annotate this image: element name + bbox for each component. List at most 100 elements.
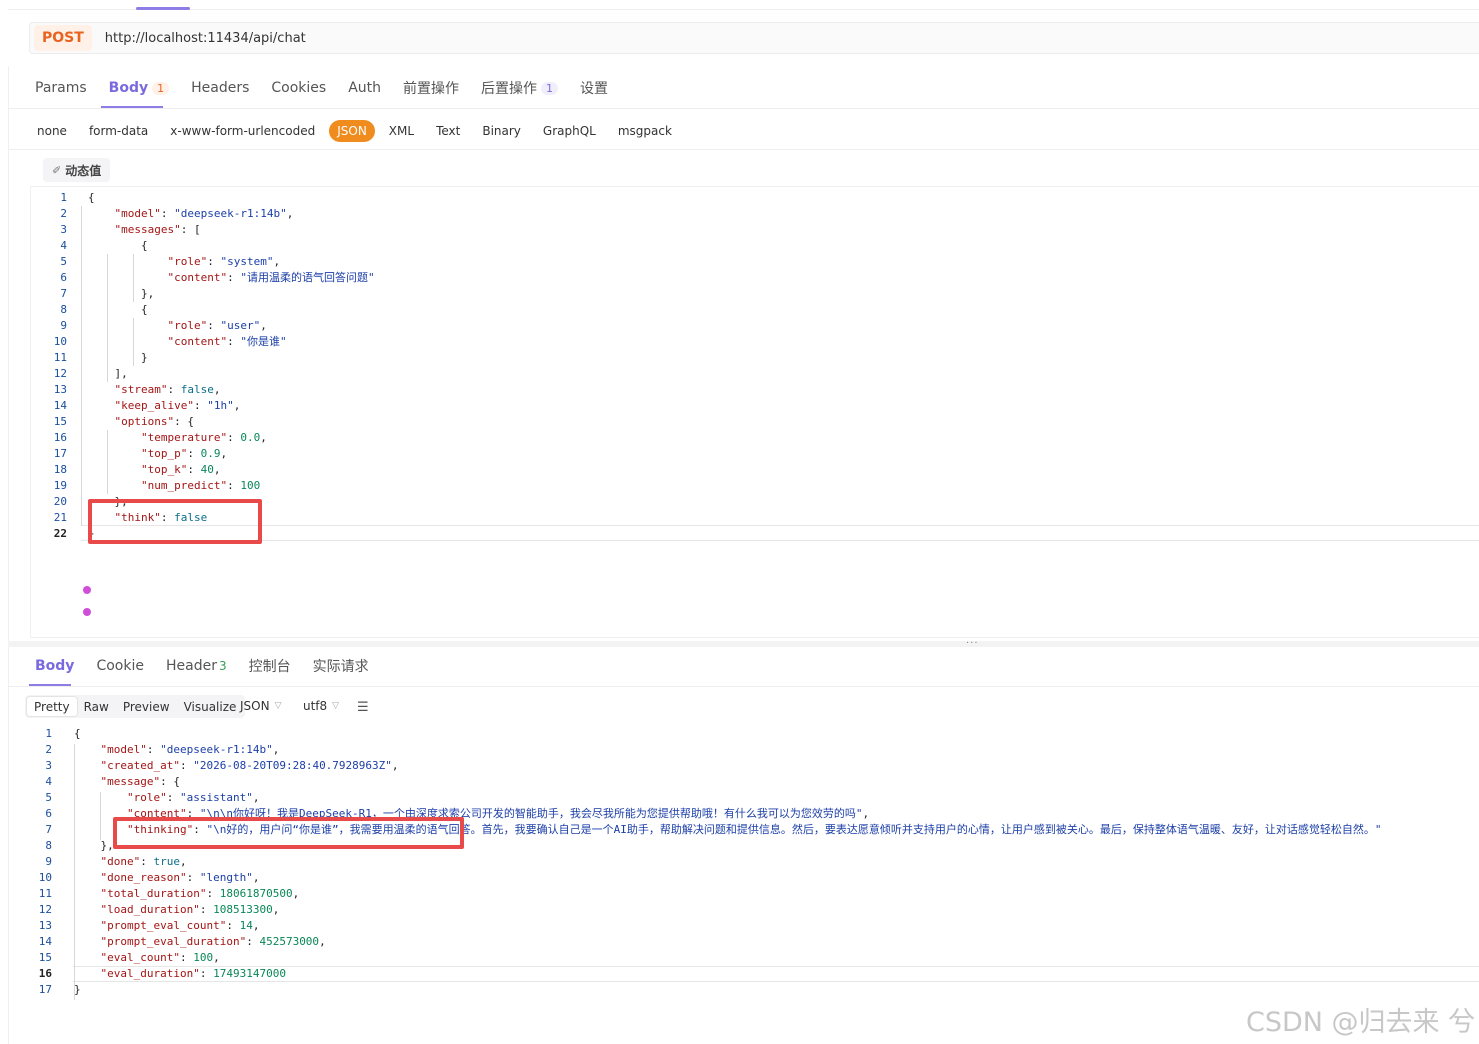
code-token: 100 [240,479,261,492]
code-token: : [193,399,208,412]
code-token: : [206,887,220,900]
body-type-graphql[interactable]: GraphQL [543,120,596,142]
code-line: 1{ [21,726,80,742]
current-line-highlight [81,525,1479,541]
line-number: 1 [45,727,52,740]
line-number: 2 [60,207,67,220]
body-type-msgpack[interactable]: msgpack [618,120,672,142]
view-mode-preview[interactable]: Preview [116,697,177,716]
view-mode-raw[interactable]: Raw [77,697,116,716]
code-line: 11} [31,350,148,366]
top-tab-strip [8,0,1479,10]
code-text: } [74,982,81,998]
line-number: 9 [60,319,67,332]
response-body-viewer[interactable]: 1{2 "model": "deepseek-r1:14b", 3 "created_… [21,725,1479,1000]
code-token: } [141,351,148,364]
resize-grip-icon[interactable]: ··· [966,638,979,649]
body-type-none[interactable]: none [37,120,67,142]
line-number: 4 [60,239,67,252]
url-bar[interactable]: POST http://localhost:11434/api/chat [29,22,1479,54]
code-line: 4{ [31,238,147,254]
tab-params[interactable]: Params [35,80,87,96]
request-panel: Params Body 1 Headers Cookies Auth 前置操作 后置操作 1 设置… [8,66,1479,641]
code-line: 5 "role": "assistant", [21,790,259,806]
line-number: 16 [38,967,52,980]
body-type-json[interactable]: JSON [329,120,375,142]
code-token: : [199,967,214,980]
annotation-highlight-box [88,499,262,544]
indent-guide [133,254,134,302]
code-token: "2026-08-20T09:28:40.7928963Z" [193,759,392,772]
code-token: "keep_alive" [114,399,194,412]
dynamic-value-label: 动态值 [65,163,102,178]
indent-guide [133,318,134,366]
view-mode-visualize[interactable]: Visualize [177,697,244,716]
code-token: "done" [100,855,141,868]
code-line: 14 "keep_alive": "1h", [31,398,241,414]
code-line: 15 "options": { [31,414,194,430]
response-tab-item-4[interactable]: 实际请求 [313,656,369,676]
http-method-select[interactable]: POST [34,25,92,51]
line-number: 9 [45,855,52,868]
request-body-editor[interactable]: 1{2 "model": "deepseek-r1:14b", 3 "messages… [30,186,1479,638]
tab-cookies[interactable]: Cookies [271,80,326,96]
response-tab-item-3[interactable]: 控制台 [249,656,291,676]
code-token: "model" [100,743,147,756]
body-type-binary[interactable]: Binary [482,120,521,142]
code-token: "role" [167,319,208,332]
code-token: , [213,383,221,396]
response-tab-body[interactable]: Body [35,658,74,674]
tab-item-5[interactable]: 前置操作 [403,78,459,98]
code-line: 8}, [21,838,113,854]
request-tabs-separator [9,108,1479,109]
tab-headers[interactable]: Headers [191,80,249,96]
code-line: 17 "top_p": 0.9, [31,446,227,462]
word-wrap-icon[interactable]: ☰ [357,700,369,715]
panel-resize-divider[interactable] [8,641,1479,647]
tab-label: Header [165,658,217,674]
body-type-text[interactable]: Text [436,120,460,142]
code-token: , [252,871,260,884]
annotation-highlight-box [113,817,464,849]
code-token: , [391,759,399,772]
indent-guide [100,792,101,840]
line-number: 21 [53,511,67,524]
format-select[interactable]: JSON ▽ [240,699,282,713]
line-number: 11 [53,351,67,364]
code-text: "prompt_eval_duration": 452573000, [101,934,326,950]
tab-label: Params [35,80,87,96]
tab-label: 后置操作 [481,81,538,97]
app-window: POST http://localhost:11434/api/chat Par… [0,0,1479,1044]
response-code-lines: 1{2 "model": "deepseek-r1:14b", 3 "created_… [21,726,1382,998]
line-number: 12 [53,367,67,380]
url-input[interactable]: http://localhost:11434/api/chat [105,31,306,46]
tab-item-6[interactable]: 后置操作 1 [481,78,559,98]
code-token: }, [100,839,114,852]
tab-item-7[interactable]: 设置 [580,78,608,98]
line-number: 5 [45,791,52,804]
dynamic-value-button[interactable]: ✐ 动态值 [43,158,111,182]
response-tab-cookie[interactable]: Cookie [96,658,144,674]
code-token: : [227,479,241,492]
code-line: 2 "model": "deepseek-r1:14b", [31,206,293,222]
body-type-form-data[interactable]: form-data [89,120,148,142]
tab-count-badge: 1 [541,81,559,95]
code-text: "done": true, [101,854,187,870]
code-text: "eval_count": 100, [101,950,220,966]
body-type-x-www-form-urlencoded[interactable]: x-www-form-urlencoded [170,120,315,142]
response-panel-edge [8,647,9,1044]
code-token: 108513300 [213,903,273,916]
code-line: 16 "temperature": 0.0, [31,430,267,446]
response-tab-header[interactable]: Header 3 [166,658,227,674]
code-token: "num_predict" [141,479,228,492]
line-number: 3 [60,223,67,236]
tab-body[interactable]: Body 1 [109,80,170,96]
encoding-select[interactable]: utf8 ▽ [303,699,339,713]
code-token: "message" [100,775,161,788]
code-token: , [862,807,870,820]
line-number: 8 [45,839,52,852]
code-token: , [286,207,294,220]
view-mode-pretty[interactable]: Pretty [27,697,77,716]
body-type-xml[interactable]: XML [389,120,414,142]
tab-auth[interactable]: Auth [348,80,381,96]
